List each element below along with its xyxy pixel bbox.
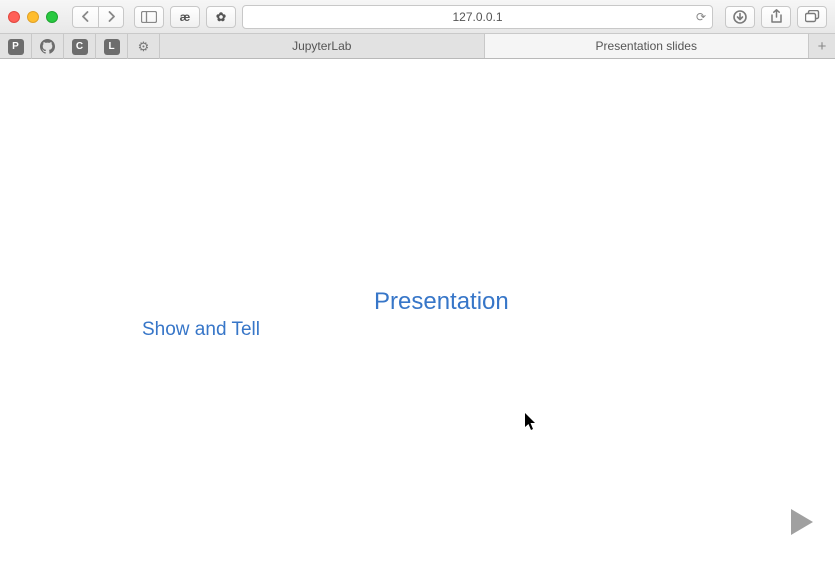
favorite-l[interactable]: L: [96, 34, 128, 59]
next-slide-button[interactable]: [789, 507, 815, 537]
nav-buttons: [72, 6, 124, 28]
mouse-cursor-icon: [525, 413, 537, 436]
address-text: 127.0.0.1: [452, 10, 502, 24]
tab-label: Presentation slides: [596, 39, 697, 53]
slide-title: Presentation: [374, 288, 509, 316]
extension-ae[interactable]: æ: [170, 6, 200, 28]
tab-label: JupyterLab: [292, 39, 351, 53]
toolbar-right: [725, 6, 827, 28]
slide-subtitle: Show and Tell: [142, 319, 260, 341]
favorite-github[interactable]: [32, 34, 64, 59]
favorites-bar: P C L ⚙: [0, 34, 160, 58]
maximize-window-button[interactable]: [46, 11, 58, 23]
reload-icon[interactable]: ⟳: [696, 10, 706, 24]
sidebar-toggle-button[interactable]: [134, 6, 164, 28]
extension-buttons: æ ✿: [170, 6, 236, 28]
tab-jupyterlab[interactable]: JupyterLab: [160, 34, 485, 58]
close-window-button[interactable]: [8, 11, 20, 23]
gear-icon: ⚙: [138, 39, 150, 55]
browser-tabs: JupyterLab Presentation slides: [160, 34, 809, 58]
extension-clip[interactable]: ✿: [206, 6, 236, 28]
downloads-button[interactable]: [725, 6, 755, 28]
tab-presentation-slides[interactable]: Presentation slides: [485, 34, 810, 58]
browser-tabbar: P C L ⚙ JupyterLab Presentation slides +: [0, 34, 835, 59]
window-controls: [8, 11, 58, 23]
forward-button[interactable]: [98, 6, 124, 28]
back-button[interactable]: [72, 6, 98, 28]
favorite-p[interactable]: P: [0, 34, 32, 59]
slide-content: Presentation Show and Tell: [0, 59, 835, 572]
favorite-c[interactable]: C: [64, 34, 96, 59]
browser-titlebar: æ ✿ 127.0.0.1 ⟳: [0, 0, 835, 34]
address-bar[interactable]: 127.0.0.1 ⟳: [242, 5, 713, 29]
tabs-button[interactable]: [797, 6, 827, 28]
share-button[interactable]: [761, 6, 791, 28]
play-icon: [789, 507, 815, 537]
new-tab-button[interactable]: +: [809, 34, 835, 58]
minimize-window-button[interactable]: [27, 11, 39, 23]
favorite-settings[interactable]: ⚙: [128, 34, 160, 59]
